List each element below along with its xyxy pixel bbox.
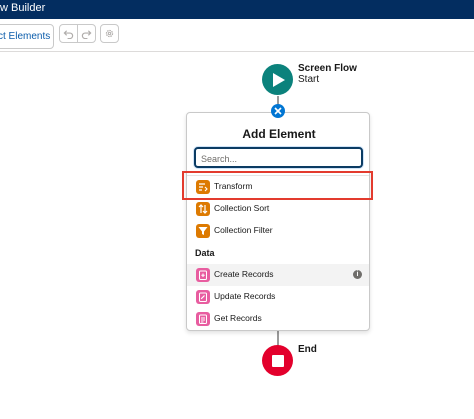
app-header: w Builder <box>0 0 474 19</box>
create-records-icon <box>196 268 210 282</box>
play-icon <box>273 72 285 87</box>
element-item-collection-filter[interactable]: Collection Filter <box>187 220 369 242</box>
section-heading-data: Data <box>195 248 215 258</box>
element-item-collection-sort[interactable]: Collection Sort <box>187 198 369 220</box>
search-input[interactable] <box>201 152 356 165</box>
close-icon <box>274 107 282 115</box>
redo-button[interactable] <box>77 24 96 43</box>
info-icon[interactable]: i <box>353 270 362 279</box>
toolbar: ct Elements <box>0 19 474 52</box>
undo-button[interactable] <box>59 24 78 43</box>
filter-icon <box>196 224 210 238</box>
stop-icon <box>271 354 284 367</box>
element-item-create-records[interactable]: Create Records i <box>187 264 369 286</box>
panel-title: Add Element <box>242 127 316 141</box>
start-node-title: Screen Flow <box>298 63 357 74</box>
connector-line <box>277 330 279 346</box>
start-node-subtitle: Start <box>298 74 320 85</box>
element-item-get-records[interactable]: Get Records <box>187 308 369 330</box>
end-node-label: End <box>298 344 317 355</box>
end-node[interactable] <box>262 345 293 376</box>
app-title: w Builder <box>0 2 46 14</box>
flow-builder-screen: w Builder ct Elements Screen Flow Start … <box>0 0 474 419</box>
gear-icon <box>105 29 114 38</box>
get-records-icon <box>196 312 210 326</box>
element-item-update-records[interactable]: Update Records <box>187 286 369 308</box>
close-add-element-button[interactable] <box>271 104 285 118</box>
element-item-label: Collection Sort <box>214 203 270 213</box>
sort-icon <box>196 202 210 216</box>
add-element-panel: Add Element Transform Collection Sort Co… <box>186 112 370 331</box>
element-item-label: Collection Filter <box>214 225 273 235</box>
element-item-label: Get Records <box>214 313 262 323</box>
settings-button[interactable] <box>100 24 119 43</box>
element-item-label: Transform <box>214 181 253 191</box>
undo-icon <box>63 30 74 39</box>
search-field <box>194 147 363 168</box>
transform-icon <box>196 180 210 194</box>
redo-icon <box>81 30 92 39</box>
element-item-transform[interactable]: Transform <box>187 176 369 198</box>
element-item-label: Update Records <box>214 291 276 301</box>
select-elements-button[interactable]: ct Elements <box>0 24 54 49</box>
element-item-label: Create Records <box>214 269 274 279</box>
start-node[interactable] <box>262 64 293 95</box>
update-records-icon <box>196 290 210 304</box>
